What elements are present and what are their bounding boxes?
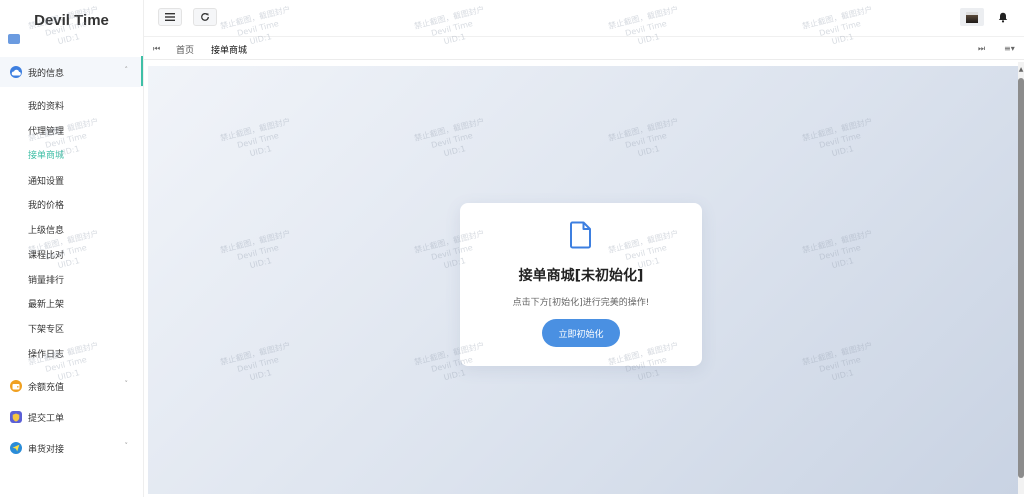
sidebar: Devil Time 我的信息 ˄ 我的资料 代理管理 接单商城 通知设置 我的… (0, 0, 144, 497)
card-description: 点击下方[初始化]进行完美的操作! (512, 298, 650, 308)
menu-group-my-info[interactable]: 我的信息 ˄ (0, 57, 143, 87)
scrolled-menu-icon (8, 34, 20, 44)
sidebar-item-my-profile[interactable]: 我的资料 (28, 99, 64, 112)
hamburger-icon (165, 13, 175, 21)
tab-menu-icon[interactable]: ≡▾ (1004, 44, 1015, 53)
main-content: 接单商城[未初始化] 点击下方[初始化]进行完美的操作! 立即初始化 (148, 66, 1018, 494)
menu-group-label: 串货对接 (28, 444, 65, 455)
refresh-icon (201, 13, 209, 21)
sidebar-item-new-arrivals[interactable]: 最新上架 (28, 297, 64, 310)
active-indicator (141, 56, 143, 86)
tab-home[interactable]: 首页 (176, 43, 194, 56)
refresh-button[interactable] (193, 8, 217, 26)
sidebar-item-course-compare[interactable]: 课程比对 (28, 248, 64, 261)
sidebar-item-operation-log[interactable]: 操作日志 (28, 347, 64, 360)
sidebar-item-agent-management[interactable]: 代理管理 (28, 124, 64, 137)
menu-group-label: 提交工单 (28, 413, 65, 424)
menu-group-label: 余额充值 (28, 382, 65, 393)
menu-group-submit-ticket[interactable]: 提交工单 (0, 402, 143, 432)
card-title: 接单商城[未初始化] (518, 268, 644, 284)
sidebar-item-my-price[interactable]: 我的价格 (28, 198, 64, 211)
menu-toggle-button[interactable] (158, 8, 182, 26)
sidebar-item-order-mall[interactable]: 接单商城 (28, 148, 64, 161)
shield-icon (10, 411, 22, 423)
chevron-down-icon[interactable]: ˅ (125, 442, 129, 450)
sidebar-item-removed-zone[interactable]: 下架专区 (28, 322, 64, 335)
chevron-up-icon[interactable]: ˄ (125, 66, 129, 74)
menu-group-balance-recharge[interactable]: 余额充值 ˅ (0, 371, 143, 401)
top-bar (144, 0, 1024, 36)
app-logo: Devil Time (34, 11, 109, 29)
avatar-image (966, 11, 978, 23)
bell-icon (998, 12, 1008, 22)
initialize-button[interactable]: 立即初始化 (542, 319, 620, 347)
scroll-up-icon[interactable]: ▲ (1018, 66, 1024, 73)
menu-group-label: 我的信息 (28, 68, 65, 79)
sidebar-item-superior-info[interactable]: 上级信息 (28, 223, 64, 236)
notification-button[interactable] (992, 8, 1014, 26)
user-avatar[interactable] (960, 8, 984, 26)
init-card: 接单商城[未初始化] 点击下方[初始化]进行完美的操作! 立即初始化 (460, 203, 702, 366)
cloud-icon (10, 66, 22, 78)
send-icon (10, 442, 22, 454)
document-icon (570, 221, 591, 249)
sidebar-item-sales-ranking[interactable]: 销量排行 (28, 273, 64, 286)
tab-bar: ⏮ 首页 接单商城 ⏭ ≡▾ (144, 36, 1024, 60)
chevron-down-icon[interactable]: ˅ (125, 380, 129, 388)
scrollbar-thumb[interactable] (1018, 78, 1024, 478)
tab-scroll-right-icon[interactable]: ⏭ (978, 44, 985, 54)
sidebar-item-notification-settings[interactable]: 通知设置 (28, 174, 64, 187)
wallet-icon (10, 380, 22, 392)
tab-scroll-left-icon[interactable]: ⏮ (153, 44, 160, 54)
menu-group-cross-docking[interactable]: 串货对接 ˅ (0, 433, 143, 463)
tab-order-mall[interactable]: 接单商城 (211, 43, 247, 56)
